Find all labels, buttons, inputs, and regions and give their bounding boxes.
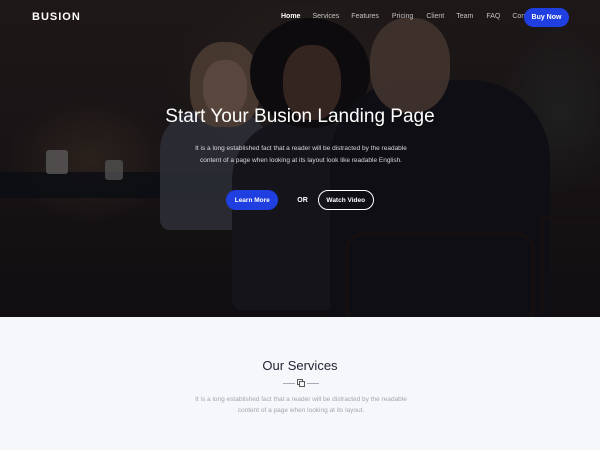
nav-item-pricing[interactable]: Pricing [392,13,413,20]
nav-item-team[interactable]: Team [456,13,473,20]
hero-actions: Learn More OR Watch Video [0,190,600,210]
main-menu: Home Services Features Pricing Client Te… [281,13,537,20]
nav-item-home[interactable]: Home [281,13,300,20]
services-title: Our Services [262,358,338,373]
divider-line [307,383,319,384]
section-divider [283,379,319,389]
top-navbar: BUSION Home Services Features Pricing Cl… [0,0,600,36]
copy-icon [297,379,305,387]
nav-item-services[interactable]: Services [312,13,339,20]
brand-logo[interactable]: BUSION [32,11,81,23]
services-description: It is a long established fact that a rea… [195,396,407,414]
watch-video-button[interactable]: Watch Video [317,190,374,210]
services-section: Our Services It is a long established fa… [0,317,600,450]
nav-item-features[interactable]: Features [351,13,379,20]
buy-now-button[interactable]: Buy Now [524,8,569,27]
or-separator: OR [297,196,308,204]
hero-section: BUSION Home Services Features Pricing Cl… [0,0,600,317]
hero-title: Start Your Busion Landing Page [165,106,435,127]
hero-description: It is a long established fact that a rea… [195,145,407,164]
nav-item-client[interactable]: Client [426,13,444,20]
divider-line [283,383,295,384]
nav-item-faq[interactable]: FAQ [486,13,500,20]
learn-more-button[interactable]: Learn More [226,190,279,210]
